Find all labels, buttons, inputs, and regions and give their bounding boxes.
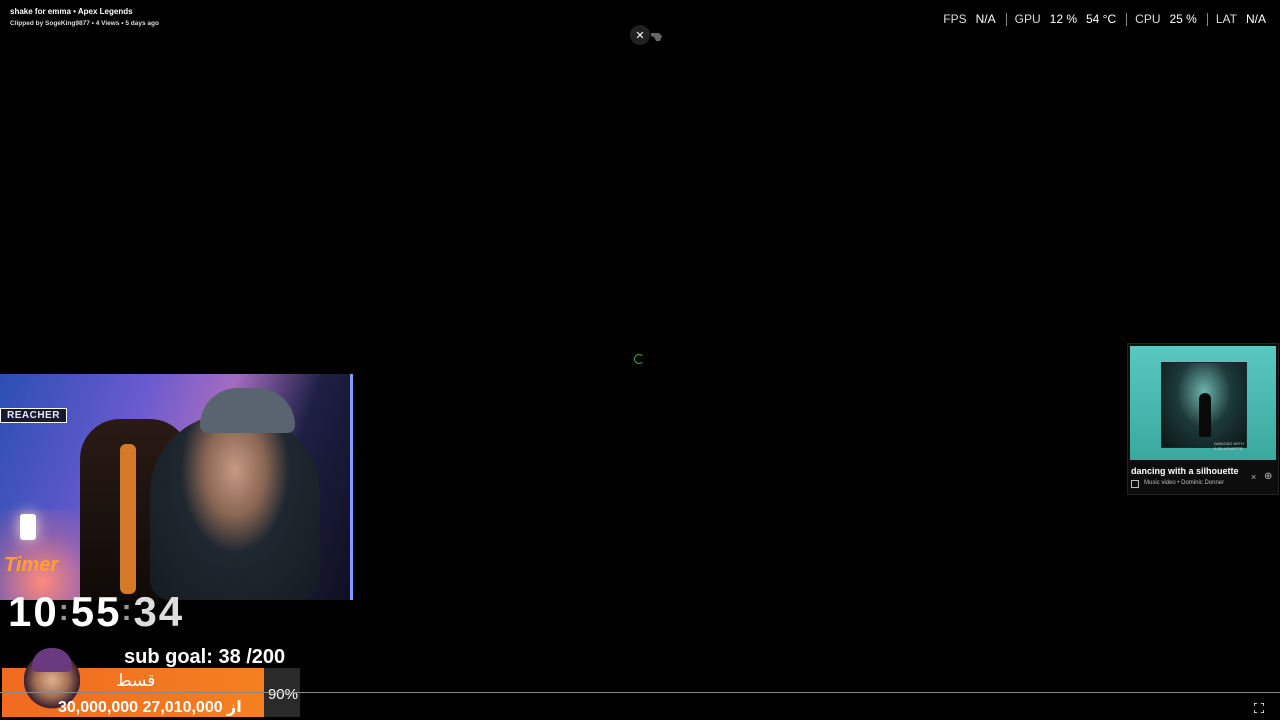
perf-separator [1126, 12, 1128, 26]
mini-player-thumbnail[interactable]: DANCING WITH A SILHOUETTE [1130, 346, 1276, 460]
donation-title: قسط [116, 671, 156, 690]
lamp [20, 514, 36, 540]
close-icon: ✕ [635, 29, 645, 42]
fullscreen-icon[interactable] [1254, 703, 1264, 713]
gpu-usage: 12 % [1049, 12, 1077, 26]
mini-player-title[interactable]: dancing with a silhouette [1131, 466, 1239, 476]
timer-label: Timer [4, 554, 59, 576]
album-art: DANCING WITH A SILHOUETTE [1161, 362, 1247, 451]
reacher-tag: REACHER [0, 408, 67, 423]
chair-stripe [120, 444, 136, 594]
lat-label: LAT [1215, 12, 1237, 26]
mini-player-more-button[interactable]: ⊕ [1264, 471, 1272, 482]
clip-meta: Clipped by SogeKing9877 • 4 Views • 5 da… [10, 20, 159, 27]
mini-player-card[interactable]: DANCING WITH A SILHOUETTE dancing with a… [1127, 343, 1279, 495]
mini-player-close-button[interactable]: × [1251, 472, 1256, 482]
timer-separator: : [121, 594, 134, 627]
loading-spinner-icon [634, 354, 644, 364]
cpu-usage: 25 % [1169, 12, 1197, 26]
close-button[interactable]: ✕ [630, 25, 650, 45]
lat-value: N/A [1245, 12, 1266, 26]
fps-label: FPS [943, 12, 967, 26]
timer-minutes: 55 [70, 588, 122, 635]
sub-goal: sub goal: 38 /200 [124, 646, 286, 668]
timer-seconds: 34 [133, 588, 185, 635]
donation-percent: 90% [267, 686, 298, 703]
album-art-text: DANCING WITH A SILHOUETTE [1214, 441, 1244, 451]
mini-player-subtitle: Music video • Dominic Donner [1144, 480, 1225, 486]
streamer [150, 414, 320, 600]
hand-cursor-icon [651, 33, 662, 41]
gpu-label: GPU [1014, 12, 1041, 26]
clip-title: shake for emma • Apex Legends [10, 7, 133, 16]
album-art-figure [1199, 393, 1211, 437]
perf-separator [1005, 12, 1007, 26]
timer-hours: 10 [8, 588, 59, 635]
webcam-feed: REACHER Timer [0, 374, 353, 600]
cpu-label: CPU [1135, 12, 1161, 26]
performance-overlay: FPS N/A GPU 12 % 54 °C CPU 25 % LAT N/A [943, 12, 1266, 26]
perf-separator [1206, 12, 1208, 26]
fps-value: N/A [975, 12, 996, 26]
gpu-temp: 54 °C [1086, 12, 1117, 26]
streamer-cap [200, 388, 295, 433]
video-icon [1131, 480, 1139, 488]
video-progress-bar[interactable] [0, 692, 1280, 693]
stream-timer: 10:55:34 [8, 588, 184, 636]
donation-amount: 30,000,000 از 27,010,000 [58, 699, 242, 716]
timer-separator: : [58, 594, 71, 627]
